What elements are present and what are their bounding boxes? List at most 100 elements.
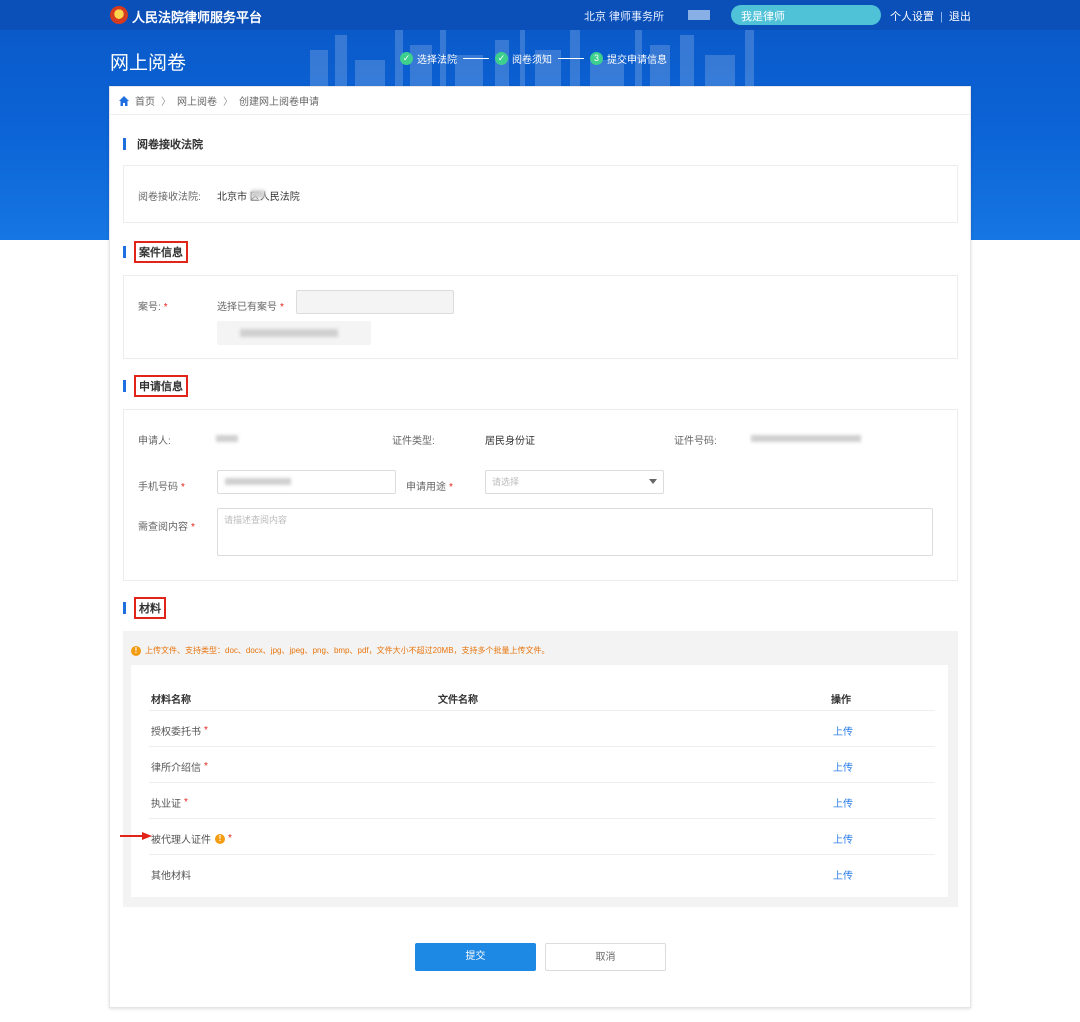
court-label: 阅卷接收法院: [138, 192, 201, 203]
personal-settings-link[interactable]: 个人设置 [890, 11, 934, 23]
check-icon: ✓ [495, 51, 508, 65]
section-bar [123, 246, 126, 258]
select-case-text: 选择已有案号 [217, 302, 277, 313]
redacted-block [216, 435, 238, 442]
submit-button[interactable]: 提交 [415, 943, 536, 971]
required-mark: * [204, 725, 208, 736]
upload-button[interactable]: 上传 [833, 867, 853, 882]
case-select-input[interactable] [296, 290, 454, 314]
purpose-text: 申请用途 [406, 482, 446, 493]
required-mark: * [449, 482, 453, 493]
logout-link[interactable]: 退出 [949, 11, 971, 23]
required-mark: * [204, 761, 208, 772]
upload-button[interactable]: 上传 [833, 759, 853, 774]
annotation-arrow-icon [120, 832, 152, 840]
upload-button[interactable]: 上传 [833, 723, 853, 738]
section-case: 案件信息 [123, 241, 188, 263]
required-mark: * [228, 833, 232, 844]
material-name: 被代理人证件! * [151, 831, 232, 846]
step-label: 提交申请信息 [607, 54, 667, 66]
upload-button[interactable]: 上传 [833, 831, 853, 846]
step-select-court: ✓ 选择法院 [400, 51, 457, 66]
cancel-button[interactable]: 取消 [545, 943, 666, 971]
required-mark: * [163, 302, 168, 313]
role-switch-button[interactable]: 我是律师 [731, 5, 881, 25]
materials-area: ! 上传文件、支持类型：doc、docx、jpg、jpeg、png、bmp、pd… [123, 631, 958, 907]
law-firm-name: 北京 律师事务所 [584, 11, 665, 23]
purpose-select[interactable]: 请选择 [485, 470, 664, 494]
court-box: 阅卷接收法院: 北京市 区人民法院 [123, 165, 958, 223]
breadcrumb-online-reading[interactable]: 网上阅卷 [177, 93, 217, 108]
purpose-placeholder: 请选择 [492, 477, 520, 487]
step-connector [558, 57, 584, 59]
required-mark: * [191, 522, 195, 533]
section-bar [123, 602, 126, 614]
step-label: 选择法院 [417, 54, 457, 66]
main-card: 首页 〉 网上阅卷 〉 创建网上阅卷申请 阅卷接收法院 阅卷接收法院: 北京市 … [109, 86, 971, 1008]
table-row: 执业证 * 上传 [149, 782, 935, 818]
id-type-label: 证件类型: [392, 436, 435, 447]
table-row: 授权委托书 * 上传 [149, 710, 935, 746]
step-connector [463, 57, 489, 59]
court-emblem-icon [110, 6, 128, 24]
table-row: 其他材料 上传 [149, 854, 935, 890]
warning-icon: ! [131, 645, 141, 656]
upload-button[interactable]: 上传 [833, 795, 853, 810]
home-icon[interactable] [118, 95, 130, 107]
content-textarea[interactable]: 请描述查阅内容 [217, 508, 933, 556]
column-header-action: 操作 [831, 695, 851, 706]
select-case-label: 选择已有案号 * [217, 298, 284, 313]
upload-notice-text: 上传文件、支持类型：doc、docx、jpg、jpeg、png、bmp、pdf，… [145, 646, 550, 655]
purpose-label: 申请用途 * [406, 478, 453, 493]
breadcrumb: 首页 〉 网上阅卷 〉 创建网上阅卷申请 [110, 87, 970, 115]
step-label: 阅卷须知 [512, 54, 552, 66]
section-title: 案件信息 [134, 241, 188, 263]
redacted-block [240, 329, 338, 337]
required-mark: * [280, 302, 284, 313]
material-name: 律所介绍信 * [151, 759, 208, 774]
user-links: 个人设置 | 退出 [890, 8, 971, 24]
check-icon: ✓ [400, 51, 413, 65]
material-name-text: 执业证 [151, 799, 181, 810]
material-name-text: 授权委托书 [151, 727, 201, 738]
step-reading-notice: ✓ 阅卷须知 [495, 51, 552, 66]
section-court: 阅卷接收法院 [123, 135, 206, 153]
redacted-block [751, 435, 861, 442]
content-text: 需查阅内容 [138, 522, 188, 533]
section-title: 申请信息 [134, 375, 188, 397]
content-label: 需查阅内容 * [138, 518, 195, 533]
info-icon[interactable]: ! [215, 833, 225, 844]
section-materials: 材料 [123, 597, 166, 619]
link-separator: | [940, 11, 943, 23]
progress-steps: ✓ 选择法院 ✓ 阅卷须知 3 提交申请信息 [400, 51, 667, 66]
material-name: 其他材料 [151, 867, 194, 882]
breadcrumb-home[interactable]: 首页 [135, 93, 155, 108]
case-no-text: 案号: [138, 302, 161, 313]
material-name: 执业证 * [151, 795, 188, 810]
material-name-text: 被代理人证件 [151, 835, 211, 846]
section-title: 阅卷接收法院 [137, 139, 203, 151]
breadcrumb-separator: 〉 [161, 97, 171, 108]
section-bar [123, 138, 126, 150]
site-title: 人民法院律师服务平台 [132, 10, 263, 25]
case-no-label: 案号: * [138, 298, 168, 313]
required-mark: * [184, 797, 188, 808]
application-box: 申请人: 证件类型: 居民身份证 证件号码: 手机号码 * 申请用途 * 请选择 需… [123, 409, 958, 581]
redacted-block [225, 478, 291, 485]
chevron-down-icon [649, 479, 657, 484]
column-header-file: 文件名称 [438, 695, 478, 706]
page-title: 网上阅卷 [110, 53, 187, 74]
breadcrumb-current: 创建网上阅卷申请 [239, 97, 319, 108]
section-title: 材料 [134, 597, 166, 619]
applicant-label: 申请人: [138, 436, 171, 447]
step-number-icon: 3 [590, 51, 603, 65]
id-type-value: 居民身份证 [485, 436, 535, 447]
upload-notice: ! 上传文件、支持类型：doc、docx、jpg、jpeg、png、bmp、pd… [131, 645, 550, 656]
material-name: 授权委托书 * [151, 723, 208, 738]
required-mark: * [181, 482, 185, 493]
content-placeholder: 请描述查阅内容 [224, 515, 288, 525]
phone-text: 手机号码 [138, 482, 178, 493]
redacted-block [688, 10, 710, 20]
materials-table: 材料名称 文件名称 操作 授权委托书 * 上传 律所介绍信 * 上传 执业证 * 上传… [131, 665, 948, 897]
column-header-name: 材料名称 [151, 695, 191, 706]
